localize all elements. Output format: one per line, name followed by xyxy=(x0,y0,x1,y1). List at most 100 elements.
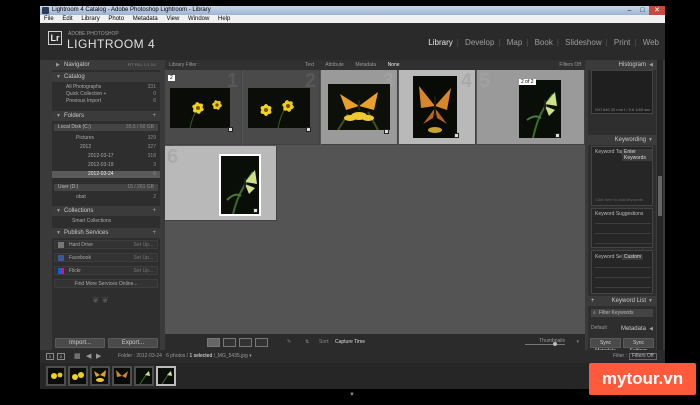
stack-count-badge[interactable]: 2 of 2 xyxy=(519,79,536,85)
folder-pictures[interactable]: Pictures 329 xyxy=(52,135,160,142)
back-arrow-icon[interactable]: ◀ xyxy=(86,352,91,360)
filmstrip-thumbnail[interactable] xyxy=(134,366,154,386)
filters-off-dropdown[interactable]: Filters Off xyxy=(559,60,581,70)
sort-dropdown[interactable]: Capture Time xyxy=(335,339,365,345)
menu-library[interactable]: Library xyxy=(81,16,99,22)
export-button[interactable]: Export... xyxy=(108,338,158,348)
publish-hard-drive[interactable]: Hard Drive Set Up... xyxy=(54,240,158,249)
publish-flickr[interactable]: Flickr Set Up... xyxy=(54,266,158,275)
menu-view[interactable]: View xyxy=(166,16,179,22)
navigator-zoom-options[interactable]: FIT FILL 1:1 3:1 xyxy=(128,60,156,70)
folder-2012-03-19[interactable]: 2012-03-19 3 xyxy=(52,162,160,169)
keyword-tags-dropdown[interactable]: Enter Keywords xyxy=(622,149,652,161)
filmstrip-filter-dropdown[interactable]: Filters Off xyxy=(629,353,657,360)
find-more-services-button[interactable]: Find More Services Online... xyxy=(54,279,158,288)
thumbnail-image[interactable] xyxy=(170,88,230,128)
filmstrip-thumbnail[interactable] xyxy=(112,366,132,386)
menu-file[interactable]: File xyxy=(44,16,54,22)
grid-view-button[interactable] xyxy=(207,338,220,347)
grid-cell[interactable]: 5 2 of 2 xyxy=(477,70,585,145)
add-publish-service-icon[interactable]: + xyxy=(152,228,156,238)
keyword-set-dropdown[interactable]: Custom xyxy=(622,254,644,260)
survey-view-button[interactable] xyxy=(255,338,268,347)
keywording-header[interactable]: Keywording ▼ xyxy=(588,135,656,145)
sync-metadata-button[interactable]: Sync Metadata xyxy=(590,338,621,354)
add-collection-icon[interactable]: + xyxy=(152,206,156,216)
compare-view-button[interactable] xyxy=(239,338,252,347)
toolbar-menu-chevron-icon[interactable]: ▾ xyxy=(576,339,579,345)
grid-cell[interactable]: 6 xyxy=(165,146,277,221)
filmstrip-thumbnail-selected[interactable] xyxy=(156,366,176,386)
filmstrip-thumbnail[interactable] xyxy=(68,366,88,386)
menu-photo[interactable]: Photo xyxy=(108,16,124,22)
loupe-view-button[interactable] xyxy=(223,338,236,347)
smart-collections[interactable]: Smart Collections xyxy=(52,218,160,225)
module-slideshow[interactable]: Slideshow xyxy=(565,38,601,47)
filmstrip-thumbnail[interactable] xyxy=(46,366,66,386)
grid-cell[interactable]: 1 2 xyxy=(165,70,242,145)
right-panel-scrollbar[interactable] xyxy=(657,60,663,350)
catalog-item-previous-import[interactable]: Previous Import 6 xyxy=(52,98,160,105)
grid-cell[interactable]: 3 xyxy=(321,70,398,145)
filter-metadata[interactable]: Metadata xyxy=(355,62,376,68)
grid-cell[interactable]: 4 xyxy=(399,70,476,145)
catalog-header[interactable]: ▼ Catalog xyxy=(52,72,160,82)
maximize-icon[interactable]: □ xyxy=(636,6,649,15)
thumbnail-image[interactable] xyxy=(328,84,390,130)
menu-edit[interactable]: Edit xyxy=(62,16,72,22)
secondary-monitor-icon[interactable]: 2 xyxy=(57,353,65,360)
module-print[interactable]: Print xyxy=(614,38,630,47)
module-develop[interactable]: Develop xyxy=(465,38,494,47)
import-button[interactable]: Import... xyxy=(55,338,105,348)
menu-window[interactable]: Window xyxy=(188,16,209,22)
thumbnail-size-slider-knob[interactable] xyxy=(553,342,557,346)
volume-user-d[interactable]: User (D:) 15 / 261 GB xyxy=(54,184,158,191)
thumbnail-image[interactable] xyxy=(519,80,561,138)
metadata-badge-icon[interactable] xyxy=(384,129,389,134)
sync-settings-button[interactable]: Sync Settings xyxy=(623,338,654,354)
close-icon[interactable]: ✕ xyxy=(649,6,665,15)
keyword-entry-hint[interactable]: Click here to add keywords xyxy=(595,197,643,202)
add-keyword-icon[interactable]: + xyxy=(591,296,595,306)
grid-cell[interactable]: 2 xyxy=(243,70,320,145)
module-library[interactable]: Library xyxy=(428,38,452,47)
module-map[interactable]: Map xyxy=(507,38,523,47)
collections-header[interactable]: ▼ Collections + xyxy=(52,206,160,216)
filmstrip-thumbnail[interactable] xyxy=(90,366,110,386)
filter-text[interactable]: Text xyxy=(305,62,314,68)
thumbnail-size-slider[interactable] xyxy=(525,344,565,345)
catalog-item-quick-collection[interactable]: Quick Collection +0 xyxy=(52,91,160,98)
add-folder-icon[interactable]: + xyxy=(152,111,156,121)
publish-facebook[interactable]: Facebook Set Up... xyxy=(54,253,158,262)
filmstrip-collapse-icon[interactable]: ▼ xyxy=(349,392,355,398)
filter-keywords-input[interactable]: ⌕ Filter Keywords xyxy=(591,309,653,317)
navigator-header[interactable]: ▶ Navigator FIT FILL 1:1 3:1 xyxy=(52,60,160,70)
module-web[interactable]: Web xyxy=(643,38,659,47)
volume-local-disk[interactable]: Local Disk (C:) 35.5 / 60 GB xyxy=(54,124,158,131)
module-book[interactable]: Book xyxy=(535,38,553,47)
publish-services-header[interactable]: ▼ Publish Services + xyxy=(52,228,160,238)
minimize-icon[interactable]: – xyxy=(623,6,636,15)
filter-none[interactable]: None xyxy=(388,62,400,68)
folder-2012-03-24[interactable]: 2012-03-24 6 xyxy=(52,171,160,178)
metadata-header[interactable]: Metadata ◀ xyxy=(588,324,656,334)
scrollbar-thumb[interactable] xyxy=(658,176,662,216)
histogram-header[interactable]: Histogram ◀ xyxy=(588,60,656,70)
grid-icon[interactable]: ▦ xyxy=(74,352,81,360)
forward-arrow-icon[interactable]: ▶ xyxy=(96,352,101,360)
metadata-badge-icon[interactable] xyxy=(555,133,560,138)
folder-2012[interactable]: 2012 327 xyxy=(52,144,160,151)
metadata-badge-icon[interactable] xyxy=(306,127,311,132)
metadata-badge-icon[interactable] xyxy=(228,127,233,132)
filmstrip-source-info[interactable]: Folder : 2012-03-24 6 photos / 1 selecte… xyxy=(118,353,252,359)
menu-help[interactable]: Help xyxy=(218,16,230,22)
menu-metadata[interactable]: Metadata xyxy=(133,16,158,22)
primary-monitor-icon[interactable]: 1 xyxy=(46,353,54,360)
folder-2012-03-17[interactable]: 2012-03-17 318 xyxy=(52,153,160,160)
keyword-list-header[interactable]: + Keyword List ▼ xyxy=(588,296,656,306)
sort-direction-icon[interactable]: ⇅ xyxy=(305,339,309,345)
folder-obat[interactable]: obat 2 xyxy=(52,194,160,201)
catalog-item-all-photographs[interactable]: All Photographs 331 xyxy=(52,84,160,91)
thumbnail-image[interactable] xyxy=(219,154,261,216)
stack-badge[interactable]: 2 xyxy=(168,75,175,81)
